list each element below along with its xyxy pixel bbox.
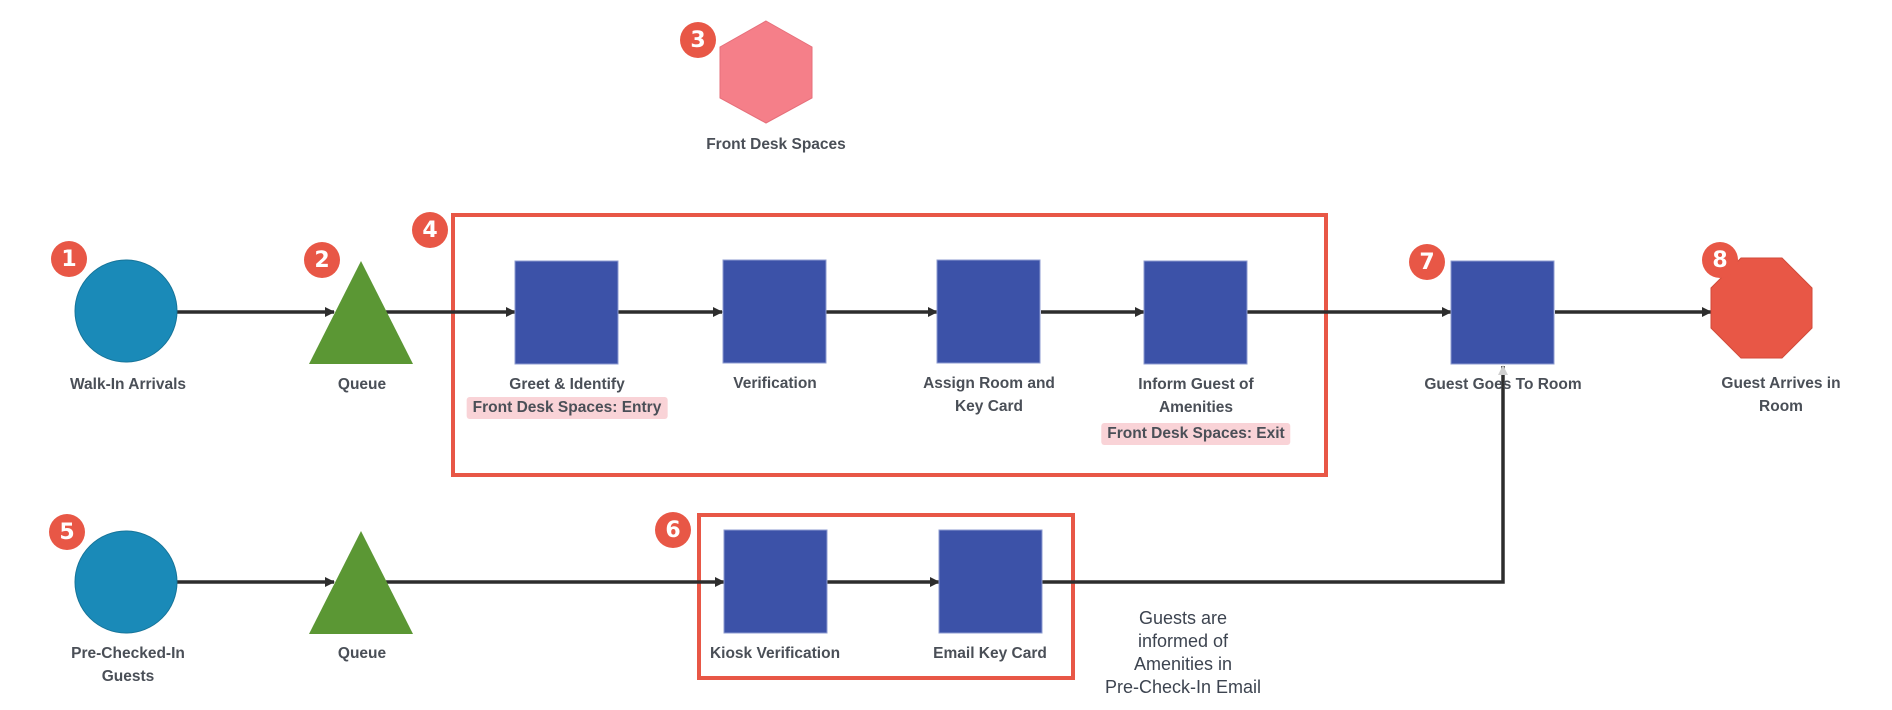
tag-front-desk-exit: Front Desk Spaces: Exit: [1101, 423, 1291, 445]
tag-front-desk-entry: Front Desk Spaces: Entry: [466, 397, 668, 419]
guest-arrives-label-line1: Guest Arrives in: [1721, 375, 1841, 392]
note-line: Guests are: [1138, 608, 1228, 628]
start-circle-prechecked[interactable]: [74, 530, 178, 634]
verification-label: Verification: [733, 375, 817, 392]
step-badge-7: 7: [1409, 244, 1445, 280]
guest-arrives-label-line2: Room: [1759, 398, 1803, 415]
assign-room-label-line1: Assign Room and: [923, 375, 1055, 392]
process-greet-identify[interactable]: [514, 260, 619, 365]
queue-label-bottom: Queue: [337, 645, 387, 662]
note-line: Pre-Check-In Email: [1104, 677, 1262, 697]
resource-label: Front Desk Spaces: [706, 136, 846, 153]
assign-room-label: Assign Room and Key Card: [923, 372, 1055, 418]
step-badge-8: 8: [1702, 242, 1738, 278]
guest-arrives-label: Guest Arrives in Room: [1721, 372, 1840, 418]
note-line: Amenities in: [1133, 654, 1233, 674]
queue-label-top: Queue: [337, 376, 387, 393]
inform-guest-label: Inform Guest of Amenities: [1138, 373, 1253, 419]
step-badge-2: 2: [304, 242, 340, 278]
inform-guest-label-line1: Inform Guest of: [1138, 376, 1254, 393]
process-verification[interactable]: [722, 259, 827, 364]
start-circle-walk-in[interactable]: [74, 259, 178, 363]
inform-guest-label-line2: Amenities: [1158, 399, 1234, 416]
walk-in-arrivals-label: Walk-In Arrivals: [69, 376, 187, 393]
email-key-card-label: Email Key Card: [933, 645, 1047, 662]
prechecked-label: Pre-Checked-In Guests: [71, 642, 185, 688]
assign-room-label-line2: Key Card: [954, 398, 1024, 415]
guest-goes-to-room-label: Guest Goes To Room: [1424, 376, 1582, 393]
process-inform-guest[interactable]: [1143, 260, 1248, 365]
step-badge-5: 5: [49, 514, 85, 550]
prechecked-label-line2: Guests: [101, 668, 155, 685]
process-guest-goes-to-room[interactable]: [1450, 260, 1555, 365]
step-badge-1: 1: [51, 241, 87, 277]
prechecked-label-line1: Pre-Checked-In: [71, 645, 185, 662]
kiosk-verification-label: Kiosk Verification: [709, 645, 841, 662]
flow-diagram-canvas: [74, 20, 1813, 680]
step-badge-6: 6: [655, 512, 691, 548]
pre-check-in-note: Guests are informed of Amenities in Pre-…: [1105, 607, 1261, 699]
process-kiosk-verification[interactable]: [723, 529, 828, 634]
resource-hexagon-front-desk[interactable]: [719, 20, 813, 124]
step-badge-3: 3: [680, 22, 716, 58]
process-assign-room[interactable]: [936, 259, 1041, 364]
process-email-key-card[interactable]: [938, 529, 1043, 634]
note-line: informed of: [1137, 631, 1229, 651]
greet-identify-label: Greet & Identify: [509, 376, 625, 393]
step-badge-4: 4: [412, 212, 448, 248]
